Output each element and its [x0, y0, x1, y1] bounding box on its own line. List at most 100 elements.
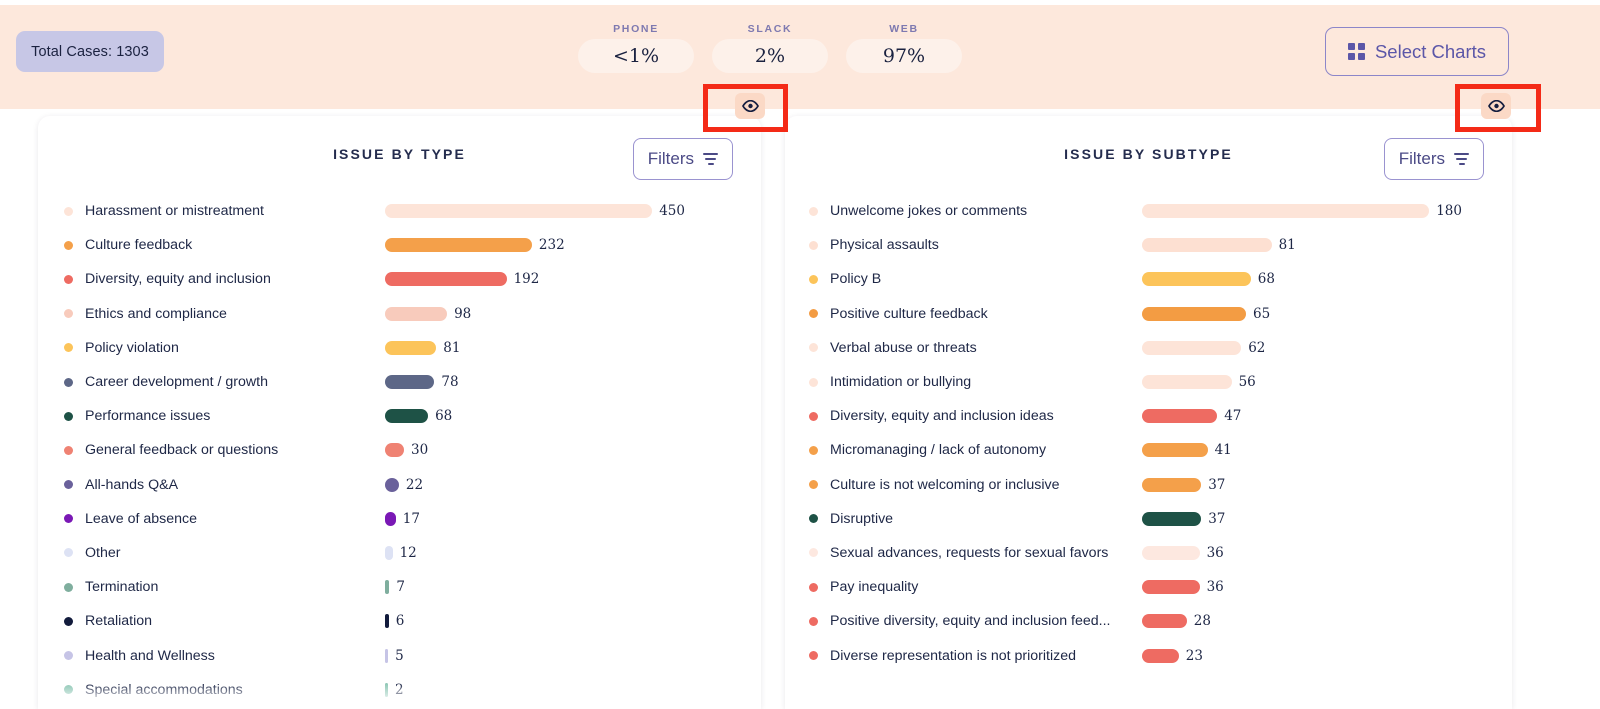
bar-row[interactable]: Physical assaults 81 [785, 228, 1512, 262]
category-dot [809, 343, 818, 353]
bar-row[interactable]: Diverse representation is not prioritize… [785, 638, 1512, 672]
bar [385, 238, 532, 253]
select-charts-button[interactable]: Select Charts [1325, 27, 1509, 76]
bar-row[interactable]: Harassment or mistreatment 450 [38, 194, 761, 228]
channel-label-web: WEB [889, 23, 919, 35]
bar [385, 682, 388, 697]
category-label: Other [85, 544, 121, 561]
bar-container: 62 [1142, 340, 1462, 356]
category-dot [64, 445, 73, 455]
category-dot [64, 651, 73, 661]
bar-container: 23 [1142, 648, 1462, 664]
bar-row[interactable]: Verbal abuse or threats 62 [785, 331, 1512, 365]
bar [1142, 272, 1251, 287]
bar-row[interactable]: Positive diversity, equity and inclusion… [785, 604, 1512, 638]
bar-container: 47 [1142, 408, 1462, 424]
bar-value: 65 [1253, 305, 1271, 322]
bar-value: 78 [441, 374, 459, 391]
bar-row[interactable]: Unwelcome jokes or comments 180 [785, 194, 1512, 228]
filters-button-left[interactable]: Filters [632, 138, 733, 180]
bar-row[interactable]: Culture is not welcoming or inclusive 37 [785, 468, 1512, 502]
bar-row[interactable]: Policy violation 81 [38, 331, 761, 365]
category-label: Performance issues [85, 408, 211, 425]
bar-container: 192 [385, 271, 685, 287]
bar-value: 180 [1436, 203, 1462, 220]
bar-row[interactable]: Disruptive 37 [785, 502, 1512, 536]
category-dot [809, 582, 818, 592]
eye-icon [1487, 100, 1505, 112]
bar-row[interactable]: Intimidation or bullying 56 [785, 365, 1512, 399]
category-label: Health and Wellness [85, 647, 215, 664]
bar-value: 5 [395, 647, 404, 664]
category-dot [64, 616, 73, 626]
category-label: Harassment or mistreatment [85, 203, 264, 220]
toggle-visibility-left-button[interactable] [735, 93, 765, 119]
category-dot [64, 411, 73, 421]
bar-value: 2 [395, 681, 404, 698]
bar-container: 41 [1142, 442, 1462, 458]
bar-row[interactable]: Ethics and compliance 98 [38, 297, 761, 331]
bar-row[interactable]: Sexual advances, requests for sexual fav… [785, 536, 1512, 570]
category-dot [809, 411, 818, 421]
bar-row[interactable]: Career development / growth 78 [38, 365, 761, 399]
category-dot [809, 651, 818, 661]
bar-container: 36 [1142, 579, 1462, 595]
bar [385, 204, 653, 219]
category-label: Positive culture feedback [830, 305, 988, 322]
bar-row[interactable]: General feedback or questions 30 [38, 433, 761, 467]
bar-row[interactable]: Diversity, equity and inclusion ideas 47 [785, 399, 1512, 433]
category-dot [64, 514, 73, 524]
card-header-left: ISSUE BY TYPE Filters [38, 116, 761, 194]
bar-container: 68 [1142, 271, 1462, 287]
bar-row[interactable]: Performance issues 68 [38, 399, 761, 433]
bar-row[interactable]: Culture feedback 232 [38, 228, 761, 262]
bar-row[interactable]: Other 12 [38, 536, 761, 570]
bar-row[interactable]: All-hands Q&A 22 [38, 468, 761, 502]
bar-row[interactable]: Special accommodations 2 [38, 673, 761, 707]
grid-icon [1347, 43, 1365, 60]
filter-icon [703, 152, 718, 166]
bar [385, 340, 437, 355]
category-label: Diverse representation is not prioritize… [830, 647, 1077, 664]
bar-container: 37 [1142, 477, 1462, 493]
bar-row[interactable]: Health and Wellness 5 [38, 638, 761, 672]
bar-row[interactable]: Diversity, equity and inclusion 192 [38, 262, 761, 296]
category-dot [809, 206, 818, 216]
bar-value: 62 [1248, 339, 1266, 356]
category-dot [64, 206, 73, 216]
channel-label-phone: PHONE [613, 23, 659, 35]
bar-row[interactable]: Termination 7 [38, 570, 761, 604]
category-dot [64, 582, 73, 592]
bar-value: 37 [1208, 510, 1226, 527]
category-dot [809, 480, 818, 490]
bar [1142, 409, 1218, 424]
channel-stat-phone: PHONE <1% [578, 23, 694, 73]
bar-row[interactable]: Policy B 68 [785, 262, 1512, 296]
category-dot [64, 240, 73, 250]
toggle-visibility-right-button[interactable] [1481, 93, 1511, 119]
bar-row[interactable]: Positive culture feedback 65 [785, 297, 1512, 331]
bar [1142, 238, 1272, 253]
category-label: Diversity, equity and inclusion ideas [830, 408, 1054, 425]
bar [385, 477, 399, 492]
bar [385, 409, 429, 424]
category-label: All-hands Q&A [85, 476, 179, 493]
category-label: Unwelcome jokes or comments [830, 203, 1028, 220]
bar-row[interactable]: Pay inequality 36 [785, 570, 1512, 604]
bar-row[interactable]: Retaliation 6 [38, 604, 761, 638]
bar-value: 23 [1185, 647, 1203, 664]
bar [385, 580, 390, 595]
bar-container: 36 [1142, 545, 1462, 561]
bar-value: 192 [513, 271, 540, 288]
bar-row[interactable]: Micromanaging / lack of autonomy 41 [785, 433, 1512, 467]
bar-row[interactable]: Leave of absence 17 [38, 502, 761, 536]
category-label: Positive diversity, equity and inclusion… [830, 613, 1111, 630]
bar-container: 232 [385, 237, 685, 253]
bar-list-issue-by-subtype: Unwelcome jokes or comments 180 Physical a… [785, 194, 1512, 673]
bar [385, 648, 389, 663]
channel-stat-slack: SLACK 2% [712, 23, 828, 73]
bar [385, 306, 448, 321]
filters-button-right[interactable]: Filters [1383, 138, 1484, 180]
bar-container: 22 [385, 477, 685, 493]
category-label: Verbal abuse or threats [830, 339, 977, 356]
